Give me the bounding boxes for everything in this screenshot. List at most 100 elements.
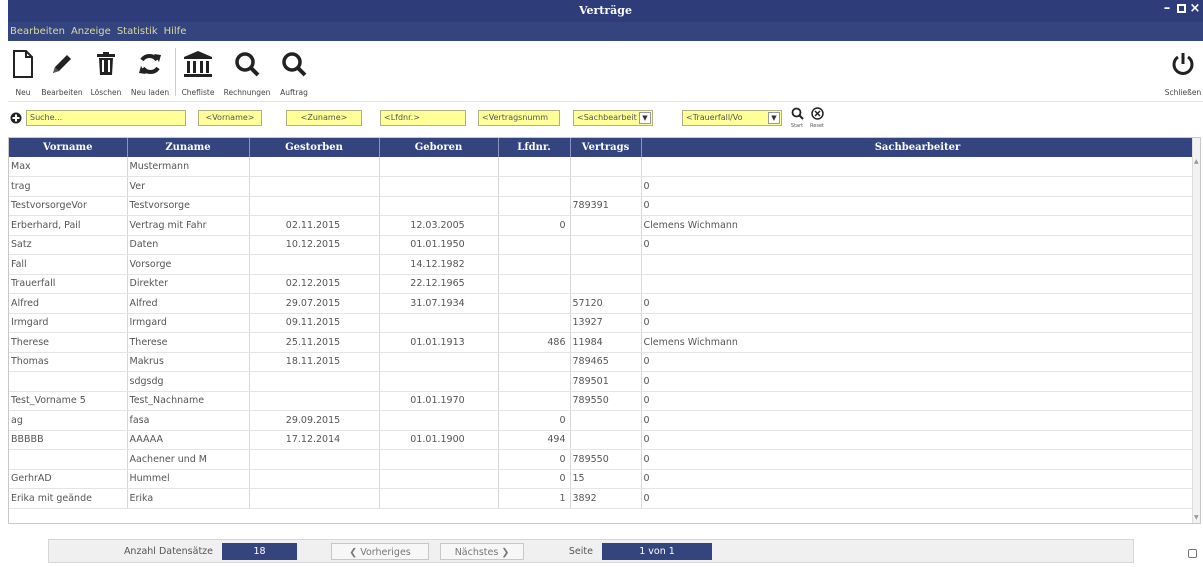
table-row[interactable]: Aachener und M 0 789550 0 bbox=[9, 449, 1195, 470]
vertical-scrollbar[interactable]: ▲ ▼ bbox=[1192, 138, 1200, 523]
vertragsnummer-filter[interactable]: <Vertragsnumm bbox=[478, 110, 560, 126]
cell-lfdnr: 1 bbox=[498, 488, 571, 509]
cell-vorname: Erika mit geände bbox=[9, 488, 128, 509]
table-row[interactable]: Fall Vorsorge 14.12.1982 bbox=[9, 254, 1195, 275]
cell-zuname: Alfred bbox=[127, 293, 250, 314]
cell-vertrags: 789550 bbox=[570, 391, 642, 411]
menu-hilfe[interactable]: Hilfe bbox=[164, 26, 187, 37]
cell-geboren: 31.07.1934 bbox=[379, 293, 499, 314]
table-row[interactable]: Irmgard Irmgard 09.11.2015 13927 0 bbox=[9, 313, 1195, 333]
delete-button[interactable]: Löschen bbox=[86, 46, 126, 97]
table-row[interactable]: ag fasa 29.09.2015 0 0 bbox=[9, 410, 1195, 431]
filter-bar: Suche... <Vorname> <Zuname> <Lfdnr.> <Ve… bbox=[8, 104, 1203, 134]
cell-zuname: Direkter bbox=[127, 274, 250, 294]
table-row[interactable]: Test_Vorname 5 Test_Nachname 01.01.1970 789… bbox=[9, 391, 1195, 411]
table-row[interactable]: Max Mustermann bbox=[9, 157, 1195, 177]
cell-vorname bbox=[9, 449, 128, 470]
title-bar: Verträge – × bbox=[8, 0, 1203, 22]
chevron-down-icon[interactable]: ▼ bbox=[639, 112, 651, 124]
cell-geboren: 01.01.1900 bbox=[379, 430, 499, 450]
cell-zuname: sdgsdg bbox=[127, 371, 250, 392]
edit-button[interactable]: Bearbeiten bbox=[40, 46, 84, 97]
cell-sachbearbeiter: 0 bbox=[641, 196, 1195, 216]
cell-sachbearbeiter: 0 bbox=[641, 410, 1195, 431]
table-row[interactable]: Thomas Makrus 18.11.2015 789465 0 bbox=[9, 352, 1195, 372]
toolbar-divider bbox=[175, 48, 176, 96]
auftrag-label: Auftrag bbox=[280, 88, 308, 97]
scroll-down-icon[interactable]: ▼ bbox=[1194, 514, 1199, 521]
cell-lfdnr bbox=[498, 391, 571, 411]
column-header-gestorben[interactable]: Gestorben bbox=[249, 138, 380, 157]
cell-geboren bbox=[379, 410, 499, 431]
cell-gestorben bbox=[249, 449, 380, 470]
table-row[interactable]: BBBBB AAAAA 17.12.2014 01.01.1900 494 0 bbox=[9, 430, 1195, 450]
table-row[interactable]: trag Ver 0 bbox=[9, 176, 1195, 197]
table-row[interactable]: GerhrAD Hummel 0 15 0 bbox=[9, 469, 1195, 489]
cell-lfdnr bbox=[498, 274, 571, 294]
table-row[interactable]: sdgsdg 789501 0 bbox=[9, 371, 1195, 392]
cell-vertrags bbox=[570, 176, 642, 197]
previous-button[interactable]: ❮ Vorheriges bbox=[331, 543, 429, 560]
record-count-value: 18 bbox=[222, 543, 297, 560]
column-header-lfdnr[interactable]: Lfdnr. bbox=[498, 138, 571, 157]
auftrag-button[interactable]: Auftrag bbox=[276, 46, 312, 97]
cell-zuname: Daten bbox=[127, 235, 250, 255]
lfdnr-filter[interactable]: <Lfdnr.> bbox=[380, 110, 466, 126]
cell-lfdnr bbox=[498, 157, 571, 177]
column-header-sachbearbeiter[interactable]: Sachbearbeiter bbox=[641, 138, 1195, 157]
close-window-icon[interactable]: × bbox=[1189, 1, 1201, 17]
resize-corner-icon[interactable] bbox=[1188, 549, 1197, 558]
vorname-filter[interactable]: <Vorname> bbox=[198, 110, 262, 126]
cell-vorname: trag bbox=[9, 176, 128, 197]
cell-geboren: 01.01.1970 bbox=[379, 391, 499, 411]
chefliste-button[interactable]: Chefliste bbox=[178, 46, 218, 97]
table-row[interactable]: Trauerfall Direkter 02.12.2015 22.12.1965 bbox=[9, 274, 1195, 294]
close-button[interactable]: Schließen bbox=[1164, 46, 1202, 97]
maximize-icon[interactable] bbox=[1175, 1, 1187, 17]
cell-gestorben: 02.11.2015 bbox=[249, 215, 380, 236]
zuname-filter[interactable]: <Zuname> bbox=[286, 110, 362, 126]
close-label: Schließen bbox=[1164, 88, 1202, 97]
cell-vertrags bbox=[570, 157, 642, 177]
table-row[interactable]: Therese Therese 25.11.2015 01.01.1913 486 119… bbox=[9, 332, 1195, 353]
column-header-geboren[interactable]: Geboren bbox=[379, 138, 499, 157]
new-label: Neu bbox=[15, 88, 31, 97]
scroll-up-icon[interactable]: ▲ bbox=[1194, 158, 1199, 165]
add-circle-icon[interactable] bbox=[10, 112, 22, 124]
rechnungen-button[interactable]: Rechnungen bbox=[220, 46, 274, 97]
trauerfall-select[interactable]: <Trauerfall/Vo ▼ bbox=[682, 110, 782, 126]
minimize-icon[interactable]: – bbox=[1161, 1, 1173, 17]
reset-button[interactable]: Reset bbox=[808, 107, 826, 129]
table-row[interactable]: Alfred Alfred 29.07.2015 31.07.1934 57120 0 bbox=[9, 293, 1195, 314]
menu-statistik[interactable]: Statistik bbox=[117, 26, 158, 37]
cell-lfdnr bbox=[498, 371, 571, 392]
cell-vertrags bbox=[570, 410, 642, 431]
cell-gestorben: 02.12.2015 bbox=[249, 274, 380, 294]
menu-anzeige[interactable]: Anzeige bbox=[71, 26, 111, 37]
cell-geboren: 22.12.1965 bbox=[379, 274, 499, 294]
cell-vertrags bbox=[570, 215, 642, 236]
search-input[interactable]: Suche... bbox=[26, 110, 186, 126]
sachbearbeiter-select[interactable]: <Sachbearbeit ▼ bbox=[573, 110, 653, 126]
cell-lfdnr: 0 bbox=[498, 469, 571, 489]
cell-geboren bbox=[379, 352, 499, 372]
new-button[interactable]: Neu bbox=[8, 46, 38, 97]
toolbar: Neu Bearbeiten Löschen Neu laden Cheflis… bbox=[8, 42, 1203, 102]
cell-vertrags bbox=[570, 274, 642, 294]
table-row[interactable]: TestvorsorgeVor Testvorsorge 789391 0 bbox=[9, 196, 1195, 216]
reload-button[interactable]: Neu laden bbox=[128, 46, 172, 97]
cell-gestorben: 25.11.2015 bbox=[249, 332, 380, 353]
chevron-down-icon[interactable]: ▼ bbox=[768, 112, 780, 124]
table-row[interactable]: Erberhard, Pail Vertrag mit Fahr 02.11.201… bbox=[9, 215, 1195, 236]
cell-geboren: 14.12.1982 bbox=[379, 254, 499, 275]
column-header-zuname[interactable]: Zuname bbox=[127, 138, 250, 157]
cell-sachbearbeiter: 0 bbox=[641, 313, 1195, 333]
menu-bearbeiten[interactable]: Bearbeiten bbox=[10, 26, 65, 37]
table-row[interactable]: Satz Daten 10.12.2015 01.01.1950 0 bbox=[9, 235, 1195, 255]
next-button[interactable]: Nächstes ❯ bbox=[440, 543, 524, 560]
column-header-vorname[interactable]: Vorname bbox=[9, 138, 128, 157]
table-row[interactable]: Erika mit geände Erika 1 3892 0 bbox=[9, 488, 1195, 509]
column-header-vertrags[interactable]: Vertrags bbox=[570, 138, 642, 157]
cell-lfdnr bbox=[498, 254, 571, 275]
start-button[interactable]: Start bbox=[788, 107, 806, 129]
